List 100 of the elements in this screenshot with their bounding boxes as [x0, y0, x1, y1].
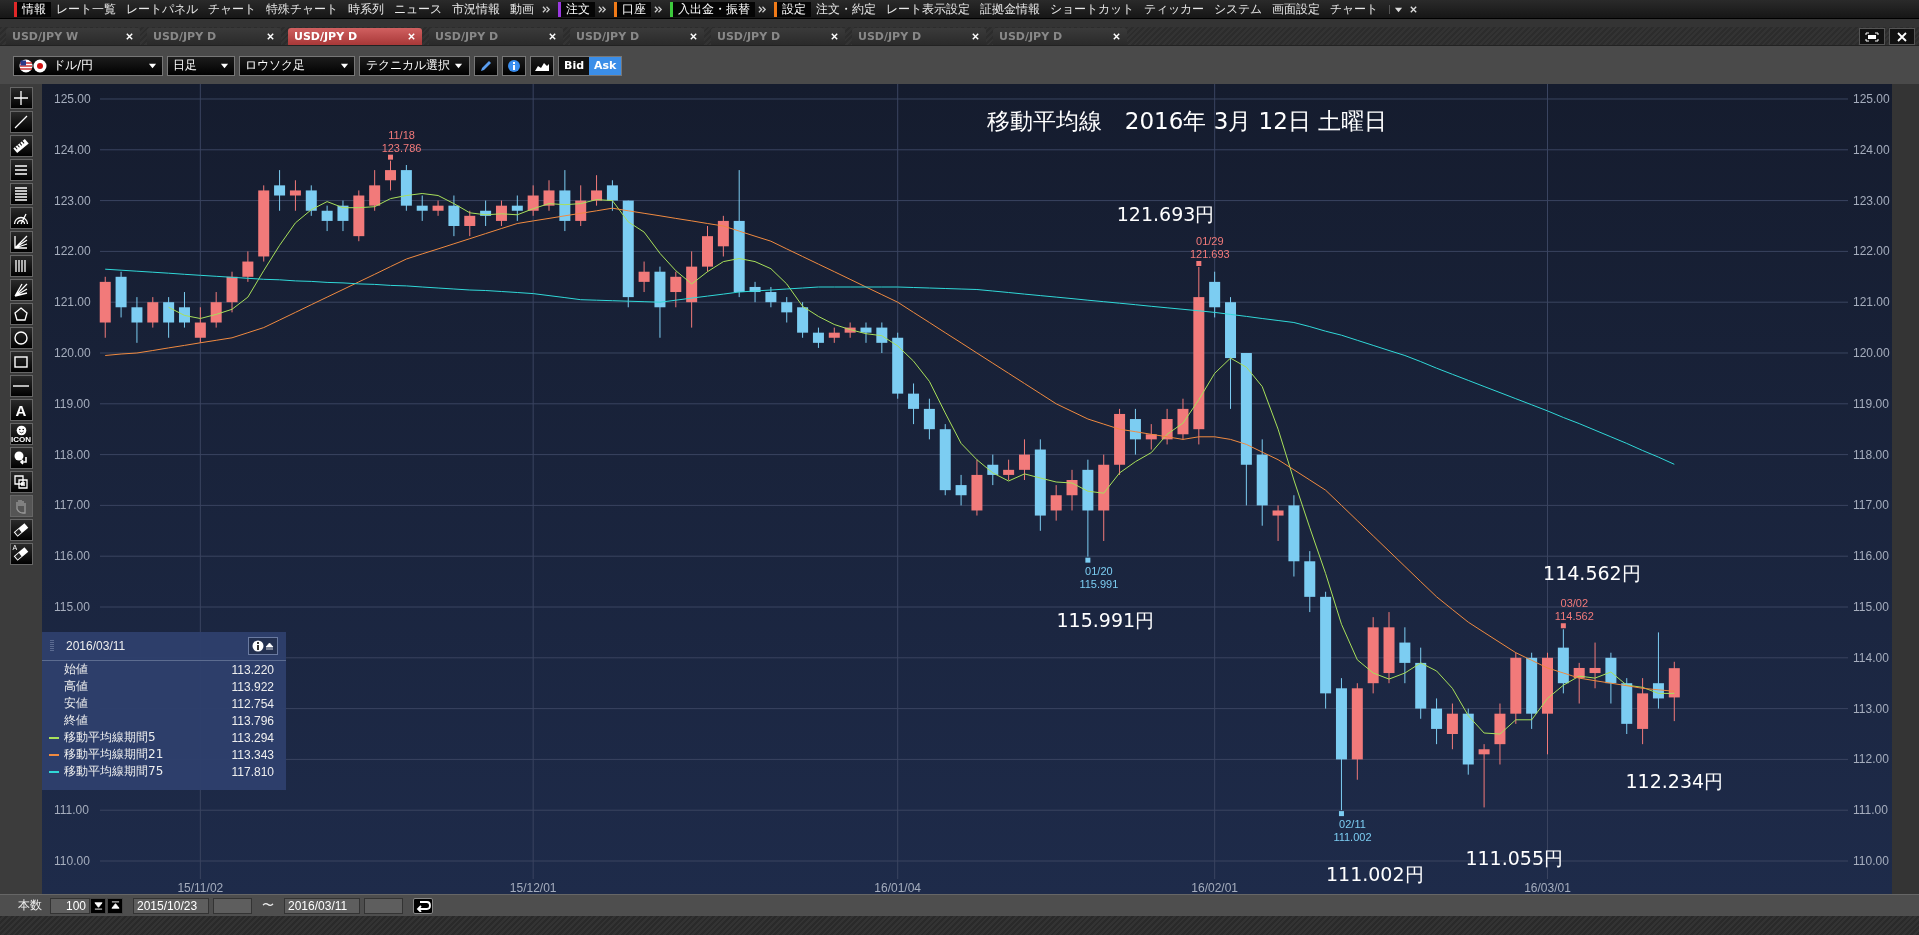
date-axis-label: 15/11/02	[177, 881, 224, 894]
menu-item[interactable]: 時系列	[343, 0, 389, 18]
drawing-tool-button[interactable]	[9, 327, 33, 349]
price-axis-label: 110.00	[54, 854, 90, 868]
grip-icon[interactable]	[50, 639, 54, 653]
extreme-date: 01/29	[1196, 235, 1224, 247]
mountain-chart-button[interactable]	[530, 55, 554, 76]
chart-tab[interactable]: USD/JPY D	[711, 28, 845, 45]
candlestick	[638, 261, 650, 293]
flags-icon	[19, 58, 49, 73]
chart-tab[interactable]: USD/JPY D	[288, 28, 422, 45]
menu-item[interactable]: 動画	[505, 0, 539, 18]
menu-group-button[interactable]: 情報	[14, 1, 51, 17]
candlestick	[670, 271, 682, 308]
row-value: 113.294	[231, 730, 274, 745]
drawing-tool-button[interactable]	[9, 255, 33, 277]
price-side-toggle[interactable]: Bid	[559, 56, 590, 75]
fan-lines-icon	[13, 234, 29, 250]
end-date-field[interactable]: 2016/03/11	[284, 897, 360, 914]
drawing-tool-button[interactable]	[9, 183, 33, 205]
close-icon[interactable]	[1409, 4, 1418, 14]
drawing-tool-button[interactable]	[9, 519, 33, 541]
menu-group-button[interactable]: 口座	[614, 1, 651, 17]
menu-item[interactable]: チャート	[203, 0, 261, 18]
horizontal-line-icon	[13, 385, 29, 387]
drawing-tool-button[interactable]	[9, 471, 33, 493]
menu-group-button[interactable]: 設定	[774, 1, 811, 17]
drawing-tool-button[interactable]	[9, 303, 33, 325]
price-axis-label: 115.00	[54, 600, 90, 614]
drawing-tool-button[interactable]	[9, 279, 33, 301]
chart-type-dropdown[interactable]: ロウソク足	[239, 55, 355, 76]
drawing-tool-button[interactable]	[9, 87, 33, 109]
technical-select-button[interactable]: テクニカル選択	[359, 55, 470, 76]
decrement-button[interactable]	[90, 897, 106, 914]
drawing-tool-button[interactable]	[9, 351, 33, 373]
menu-item[interactable]: ティッカー	[1139, 0, 1209, 18]
vertical-lines-icon	[13, 258, 29, 274]
info-toggle-button[interactable]	[248, 637, 278, 655]
menu-item[interactable]: 市況情報	[447, 0, 505, 18]
chart-tab[interactable]: USD/JPY D	[852, 28, 986, 45]
menu-group-button[interactable]: 注文	[558, 1, 595, 17]
drawing-tool-button[interactable]	[9, 231, 33, 253]
price-axis-label: 110.00	[1853, 854, 1889, 868]
menu-item[interactable]: チャート	[1325, 0, 1383, 18]
pen-button[interactable]	[474, 55, 498, 76]
return-button[interactable]	[413, 897, 433, 914]
drawing-tool-button[interactable]: ICON	[9, 423, 33, 445]
close-button[interactable]	[1889, 28, 1915, 45]
end-time-field[interactable]	[364, 897, 403, 914]
chart-tab[interactable]: USD/JPY D	[993, 28, 1127, 45]
candlestick	[511, 195, 523, 222]
maximize-button[interactable]	[1859, 28, 1885, 45]
caret-icon	[340, 61, 349, 70]
candlestick	[1018, 438, 1030, 481]
chart-tab[interactable]: USD/JPY D	[570, 28, 704, 45]
menu-item[interactable]: レートパネル	[121, 0, 203, 18]
menu-group-button[interactable]: 入出金・振替	[670, 1, 755, 17]
menu-item[interactable]: 注文・約定	[811, 0, 881, 18]
candlestick	[1589, 642, 1601, 689]
period-dropdown[interactable]: 日足	[167, 55, 235, 76]
chart-tab[interactable]: USD/JPY D	[147, 28, 281, 45]
count-field[interactable]: 100	[50, 897, 90, 914]
menu-item[interactable]: システム	[1209, 0, 1267, 18]
drawing-tool-button[interactable]	[9, 135, 33, 157]
drawing-tool-button[interactable]	[9, 447, 33, 469]
double-chevron-icon[interactable]	[542, 4, 551, 14]
menu-item[interactable]: ショートカット	[1045, 0, 1139, 18]
candlestick	[1446, 703, 1458, 750]
double-chevron-icon[interactable]	[758, 4, 767, 14]
start-date-field[interactable]: 2015/10/23	[133, 897, 209, 914]
currency-dropdown[interactable]: ドル/円	[13, 55, 163, 76]
chart-tab[interactable]: USD/JPY D	[429, 28, 563, 45]
return-arrow-icon	[415, 899, 431, 912]
caret-icon[interactable]	[1389, 4, 1403, 14]
candlestick	[147, 296, 159, 329]
maximize-icon	[1865, 31, 1879, 42]
eraser-icon	[13, 546, 29, 562]
start-time-field[interactable]	[213, 897, 252, 914]
candlestick	[321, 205, 333, 232]
drawing-tool-button[interactable]	[9, 375, 33, 397]
price-axis-label: 117.00	[1853, 498, 1889, 513]
drawing-tool-button[interactable]	[9, 159, 33, 181]
menu-item[interactable]: レート表示設定	[881, 0, 975, 18]
menu-item[interactable]: 画面設定	[1267, 0, 1325, 18]
menu-item[interactable]: 証拠金情報	[975, 0, 1045, 18]
candlestick	[543, 179, 555, 212]
double-chevron-icon[interactable]	[654, 4, 663, 14]
menu-item[interactable]: レート一覧	[51, 0, 121, 18]
info-button[interactable]	[502, 55, 526, 76]
drawing-tool-button[interactable]	[9, 207, 33, 229]
increment-button[interactable]	[107, 897, 123, 914]
menu-item[interactable]: 特殊チャート	[261, 0, 343, 18]
double-chevron-icon[interactable]	[598, 4, 607, 14]
drawing-tool-button[interactable]: A	[9, 399, 33, 421]
drawing-tool-button[interactable]	[9, 111, 33, 133]
price-axis-label: 116.00	[1853, 549, 1889, 564]
chart-tab[interactable]: USD/JPY W	[6, 28, 140, 45]
date-axis-label: 16/01/04	[874, 881, 922, 894]
candlestick	[860, 322, 872, 344]
menu-item[interactable]: ニュース	[389, 0, 447, 18]
